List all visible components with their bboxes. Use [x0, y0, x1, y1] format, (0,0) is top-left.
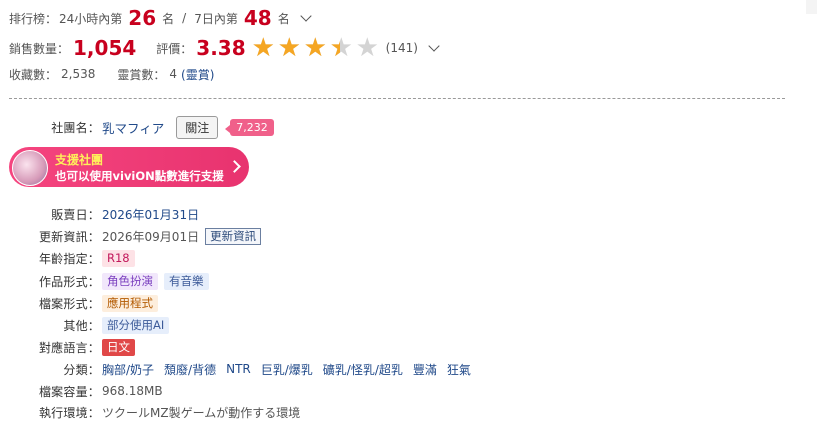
ranking-24h-prefix: 24小時內第	[59, 11, 123, 26]
language-label: 對應語言：	[38, 340, 100, 355]
sales-value: 1,054	[73, 36, 137, 60]
divider	[9, 98, 785, 99]
chevron-down-icon[interactable]	[300, 10, 312, 22]
file-size-value: 968.18MB	[102, 384, 163, 398]
update-label: 更新資訊：	[38, 229, 100, 244]
genre-link[interactable]: 巨乳/爆乳	[261, 361, 313, 378]
release-date-value[interactable]: 2026年01月31日	[102, 206, 199, 223]
rating-label: 評價：	[156, 41, 193, 56]
ranking-separator: /	[182, 11, 187, 25]
genre-label: 分類：	[63, 362, 100, 377]
work-format-row: 作品形式： 角色扮演 有音樂	[0, 272, 209, 290]
update-row: 更新資訊： 2026年09月01日 更新資訊	[0, 227, 262, 245]
follower-count-badge: 7,232	[225, 118, 274, 136]
ranking-7d-suffix: 名	[277, 11, 290, 26]
language-row: 對應語言： 日文	[0, 338, 135, 356]
file-format-label: 檔案形式：	[38, 296, 100, 311]
language-tag[interactable]: 日文	[102, 338, 135, 356]
environment-label: 執行環境：	[38, 405, 100, 420]
file-format-tag[interactable]: 應用程式	[102, 294, 158, 312]
genre-link[interactable]: 頹廢/背德	[164, 361, 216, 378]
circle-avatar	[12, 150, 48, 186]
chevron-down-icon[interactable]	[428, 40, 440, 52]
update-date-value: 2026年09月01日	[102, 229, 200, 244]
environment-value: ツクールMZ製ゲームが動作する環境	[102, 405, 301, 420]
sales-row: 銷售數量： 1,054 評價： 3.38 ★★★★★★★★★★ (141)	[9, 33, 440, 63]
ranking-label: 排行榜：	[9, 11, 58, 26]
star-icon: ★★	[303, 33, 327, 63]
release-date-row: 販賣日： 2026年01月31日	[0, 205, 199, 223]
favorite-label: 收藏數：	[9, 67, 58, 82]
genre-link[interactable]: 胸部/奶子	[102, 361, 154, 378]
rating-count: (141)	[385, 41, 418, 55]
ranking-7d-prefix: 7日內第	[194, 11, 238, 26]
genre-link[interactable]: NTR	[226, 362, 251, 376]
rating-stars: ★★★★★★★★★★	[251, 33, 382, 63]
other-row: 其他： 部分使用AI	[0, 316, 170, 334]
work-format-tag[interactable]: 有音樂	[164, 272, 209, 290]
file-size-label: 檔案容量：	[38, 384, 100, 399]
ranking-row: 排行榜： 24小時內第 26 名 / 7日內第 48 名	[9, 6, 312, 30]
scroll-edge	[806, 0, 817, 14]
age-rating-row: 年齡指定： R18	[0, 249, 135, 267]
circle-name-link[interactable]: 乳マフィア	[102, 118, 164, 137]
ranking-7d-value: 48	[243, 6, 272, 30]
ranking-24h-suffix: 名	[162, 11, 175, 26]
star-icon: ★★	[251, 33, 275, 63]
award-label: 靈賞數：	[117, 67, 166, 82]
star-icon: ★★	[329, 33, 353, 63]
genre-row: 分類： 胸部/奶子 頹廢/背德 NTR 巨乳/爆乳 礦乳/怪乳/超乳 豐滿 狂氣	[0, 360, 471, 378]
rating-value: 3.38	[196, 36, 246, 60]
follow-button[interactable]: 關注	[176, 115, 219, 139]
sales-label: 銷售數量：	[9, 41, 70, 56]
circle-label: 社團名：	[51, 120, 100, 135]
genre-link[interactable]: 礦乳/怪乳/超乳	[323, 361, 403, 378]
work-format-label: 作品形式：	[38, 274, 100, 289]
age-rating-label: 年齡指定：	[38, 251, 100, 266]
chevron-right-icon	[228, 160, 241, 173]
work-format-tag[interactable]: 角色扮演	[102, 272, 158, 290]
genre-link[interactable]: 狂氣	[447, 361, 471, 378]
support-subtitle: 也可以使用viviON點數進行支援	[55, 169, 224, 183]
favorite-row: 收藏數： 2,538 靈賞數： 4 (靈賞)	[9, 65, 214, 83]
star-icon: ★★	[277, 33, 301, 63]
star-icon: ★★	[355, 33, 379, 63]
file-format-row: 檔案形式： 應用程式	[0, 294, 158, 312]
environment-row: 執行環境： ツクールMZ製ゲームが動作する環境	[0, 403, 300, 421]
circle-value: 乳マフィア 關注 7,232	[102, 115, 274, 139]
other-label: 其他：	[63, 318, 100, 333]
file-size-row: 檔案容量： 968.18MB	[0, 382, 163, 400]
support-title: 支援社團	[55, 153, 104, 167]
support-circle-banner[interactable]: 支援社團 也可以使用viviON點數進行支援	[9, 147, 249, 187]
award-link[interactable]: (靈賞)	[181, 66, 214, 83]
release-date-label: 販賣日：	[51, 207, 100, 222]
award-value: 4	[169, 67, 178, 81]
update-info-button[interactable]: 更新資訊	[205, 227, 262, 245]
other-tag[interactable]: 部分使用AI	[102, 316, 170, 334]
circle-row: 社團名： 乳マフィア 關注 7,232	[0, 115, 274, 139]
favorite-value: 2,538	[61, 67, 96, 81]
age-rating-tag[interactable]: R18	[102, 249, 135, 267]
genre-link[interactable]: 豐滿	[413, 361, 437, 378]
ranking-24h-value: 26	[128, 6, 157, 30]
